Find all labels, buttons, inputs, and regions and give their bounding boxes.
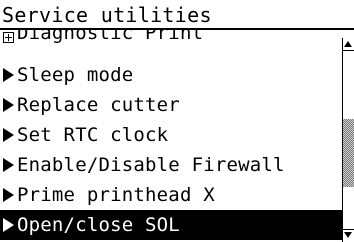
vertical-scrollbar[interactable] bbox=[342, 38, 354, 242]
menu-item-label: Enable/Disable Firewall bbox=[17, 154, 285, 176]
triangle-right-icon bbox=[3, 188, 14, 202]
triangle-right-icon bbox=[3, 68, 14, 82]
triangle-right-icon bbox=[3, 98, 14, 112]
menu-list: Diagnostic Print Sleep mode Replace cutt… bbox=[0, 30, 342, 242]
triangle-right-icon bbox=[3, 158, 14, 172]
menu-item-set-rtc-clock[interactable]: Set RTC clock bbox=[0, 120, 342, 150]
menu-item-sleep-mode[interactable]: Sleep mode bbox=[0, 60, 342, 90]
triangle-right-icon bbox=[3, 128, 14, 142]
scroll-track[interactable] bbox=[343, 51, 354, 229]
menu-item-label: Sleep mode bbox=[17, 64, 134, 86]
menu-item-label: Prime printhead X bbox=[17, 184, 215, 206]
lcd-screen: Service utilities Diagnostic Print Sleep… bbox=[0, 0, 354, 242]
scroll-down-arrow-icon[interactable] bbox=[343, 229, 354, 242]
menu-item-label: Diagnostic Print bbox=[17, 30, 204, 44]
page-title: Service utilities bbox=[2, 3, 212, 27]
menu-item-label: Open/close SOL bbox=[17, 214, 180, 236]
menu-item-open-close-sol[interactable]: Open/close SOL bbox=[0, 210, 342, 240]
triangle-right-icon bbox=[3, 218, 14, 232]
scroll-up-arrow-icon[interactable] bbox=[343, 38, 354, 51]
menu-item-label: Set RTC clock bbox=[17, 124, 169, 146]
menu-item-enable-disable-firewall[interactable]: Enable/Disable Firewall bbox=[0, 150, 342, 180]
menu-item-replace-cutter[interactable]: Replace cutter bbox=[0, 90, 342, 120]
expand-plus-icon bbox=[3, 32, 14, 43]
menu-item-label: Replace cutter bbox=[17, 94, 180, 116]
title-bar: Service utilities bbox=[0, 0, 354, 30]
scroll-thumb[interactable] bbox=[343, 119, 354, 187]
menu-item-diagnostic-print[interactable]: Diagnostic Print bbox=[0, 30, 342, 44]
menu-item-prime-printhead-x[interactable]: Prime printhead X bbox=[0, 180, 342, 210]
